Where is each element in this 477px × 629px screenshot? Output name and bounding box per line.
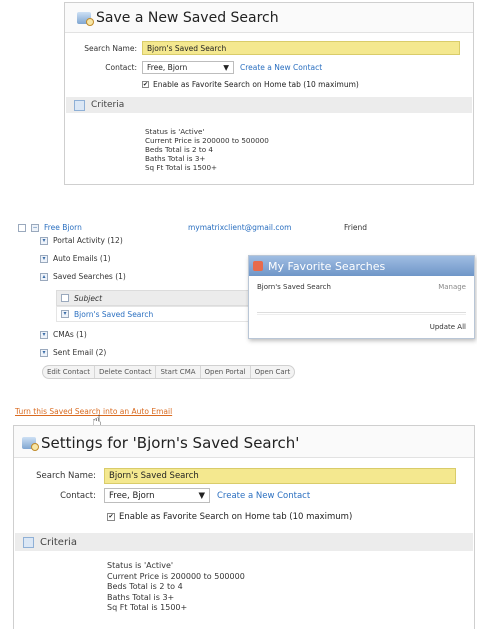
settings-create-contact-link[interactable]: Create a New Contact	[217, 491, 310, 501]
delete-contact-button[interactable]: Delete Contact	[95, 366, 157, 378]
settings-title-text: Settings for 'Bjorn's Saved Search'	[41, 434, 300, 452]
subject-header-label: Subject	[74, 293, 103, 303]
contact-row: Contact: Free, Bjorn ▼ Create a New Cont…	[65, 61, 322, 74]
criteria-header: Criteria	[66, 97, 472, 113]
create-contact-link[interactable]: Create a New Contact	[240, 63, 322, 72]
saved-search-link[interactable]: Bjorn's Saved Search	[74, 310, 153, 319]
section-label: Saved Searches (1)	[53, 272, 126, 281]
save-search-title: Save a New Saved Search	[77, 10, 279, 26]
contact-select[interactable]: Free, Bjorn ▼	[142, 61, 234, 74]
criteria-icon	[23, 536, 34, 548]
section-label: Portal Activity (12)	[53, 236, 123, 245]
settings-favorite-checkbox-label: Enable as Favorite Search on Home tab (1…	[119, 512, 353, 522]
criteria-label: Criteria	[91, 100, 125, 110]
collapse-icon[interactable]: ▴	[40, 272, 48, 281]
settings-contact-row: Contact: Free, Bjorn ▼ Create a New Cont…	[14, 488, 310, 503]
favorite-searches-popup: My Favorite Searches Bjorn's Saved Searc…	[248, 255, 475, 339]
manage-link[interactable]: Manage	[438, 283, 466, 291]
expand-icon[interactable]: ▾	[61, 310, 69, 318]
subject-column-header[interactable]: Subject	[56, 290, 278, 306]
criteria-line: Status is 'Active'	[107, 561, 174, 570]
contact-type: Friend	[344, 223, 368, 232]
saved-search-icon	[77, 12, 94, 26]
criteria-line: Beds Total is 2 to 4	[107, 582, 183, 591]
saved-search-row[interactable]: ▾ Bjorn's Saved Search	[56, 306, 278, 322]
open-cart-button[interactable]: Open Cart	[251, 366, 295, 378]
divider	[257, 312, 466, 315]
contact-email[interactable]: mymatrixclient@gmail.com	[188, 223, 291, 232]
expand-icon[interactable]: ▾	[40, 330, 48, 339]
section-sent-email[interactable]: ▾ Sent Email (2)	[40, 348, 106, 357]
criteria-line: Baths Total is 3+	[145, 154, 206, 163]
edit-contact-button[interactable]: Edit Contact	[43, 366, 96, 378]
settings-favorite-row: ✔ Enable as Favorite Search on Home tab …	[107, 512, 352, 522]
settings-contact-select[interactable]: Free, Bjorn ▼	[104, 488, 210, 503]
update-all-row: Update All	[257, 323, 466, 331]
search-name-input[interactable]: Bjorn's Saved Search	[142, 41, 460, 55]
favorite-checkbox[interactable]: ✔	[142, 81, 149, 88]
update-all-button[interactable]: Update All	[430, 323, 466, 331]
start-cma-button[interactable]: Start CMA	[156, 366, 201, 378]
criteria-icon	[74, 99, 85, 111]
search-name-row: Search Name: Bjorn's Saved Search	[65, 41, 470, 55]
settings-search-name-row: Search Name: Bjorn's Saved Search	[14, 468, 456, 484]
section-label: Auto Emails (1)	[53, 254, 111, 263]
settings-search-name-label: Search Name:	[36, 471, 96, 481]
dropdown-arrow-icon: ▼	[198, 490, 205, 501]
settings-favorite-checkbox[interactable]: ✔	[107, 513, 115, 521]
contact-select-value: Free, Bjorn	[147, 63, 188, 72]
row-checkbox[interactable]	[18, 223, 26, 232]
criteria-list: Status is 'Active' Current Price is 2000…	[145, 127, 269, 172]
criteria-line: Current Price is 200000 to 500000	[145, 136, 269, 145]
section-label: CMAs (1)	[53, 330, 87, 339]
settings-search-name-input[interactable]: Bjorn's Saved Search	[104, 468, 456, 484]
settings-contact-label: Contact:	[60, 490, 96, 501]
expand-icon[interactable]: ▾	[40, 254, 48, 263]
favorite-search-item: Bjorn's Saved Search Manage	[257, 283, 466, 291]
criteria-line: Current Price is 200000 to 500000	[107, 571, 245, 581]
section-auto-emails[interactable]: ▾ Auto Emails (1)	[40, 254, 111, 263]
collapse-icon[interactable]: −	[31, 223, 39, 232]
favorite-row: ✔ Enable as Favorite Search on Home tab …	[142, 80, 359, 89]
settings-criteria-list: Status is 'Active' Current Price is 2000…	[107, 561, 245, 614]
contact-name[interactable]: Free Bjorn	[44, 223, 82, 232]
save-search-panel: Save a New Saved Search Search Name: Bjo…	[64, 2, 474, 185]
select-all-checkbox[interactable]	[61, 294, 69, 302]
section-saved-searches[interactable]: ▴ Saved Searches (1)	[40, 272, 126, 281]
settings-panel: Settings for 'Bjorn's Saved Search' Sear…	[13, 425, 475, 629]
expand-icon[interactable]: ▾	[40, 348, 48, 357]
search-name-label: Search Name:	[84, 43, 137, 53]
section-portal-activity[interactable]: ▾ Portal Activity (12)	[40, 236, 123, 245]
open-portal-button[interactable]: Open Portal	[201, 366, 251, 378]
favorite-search-name[interactable]: Bjorn's Saved Search	[257, 283, 331, 291]
criteria-line: Beds Total is 2 to 4	[145, 145, 213, 154]
contact-actions-bar: Edit Contact Delete Contact Start CMA Op…	[42, 365, 296, 379]
section-label: Sent Email (2)	[53, 348, 107, 357]
settings-criteria-label: Criteria	[40, 536, 77, 548]
favorite-searches-header: My Favorite Searches	[249, 256, 474, 276]
criteria-line: Sq Ft Total is 1500+	[107, 603, 188, 612]
saved-search-icon	[22, 437, 39, 451]
favorite-checkbox-label: Enable as Favorite Search on Home tab (1…	[153, 80, 359, 89]
favorites-icon	[253, 261, 263, 271]
save-search-title-text: Save a New Saved Search	[96, 10, 279, 26]
dropdown-arrow-icon: ▼	[223, 63, 229, 72]
criteria-line: Sq Ft Total is 1500+	[145, 163, 218, 172]
contact-label: Contact:	[105, 63, 137, 72]
favorite-searches-title: My Favorite Searches	[268, 259, 386, 273]
criteria-line: Baths Total is 3+	[107, 592, 175, 602]
contact-header-row: − Free Bjorn mymatrixclient@gmail.com Fr…	[18, 223, 367, 232]
section-cmas[interactable]: ▾ CMAs (1)	[40, 330, 87, 339]
settings-contact-select-value: Free, Bjorn	[109, 490, 155, 501]
settings-criteria-header: Criteria	[15, 533, 473, 551]
settings-title: Settings for 'Bjorn's Saved Search'	[22, 434, 299, 452]
expand-icon[interactable]: ▾	[40, 236, 48, 245]
criteria-line: Status is 'Active'	[145, 127, 205, 136]
